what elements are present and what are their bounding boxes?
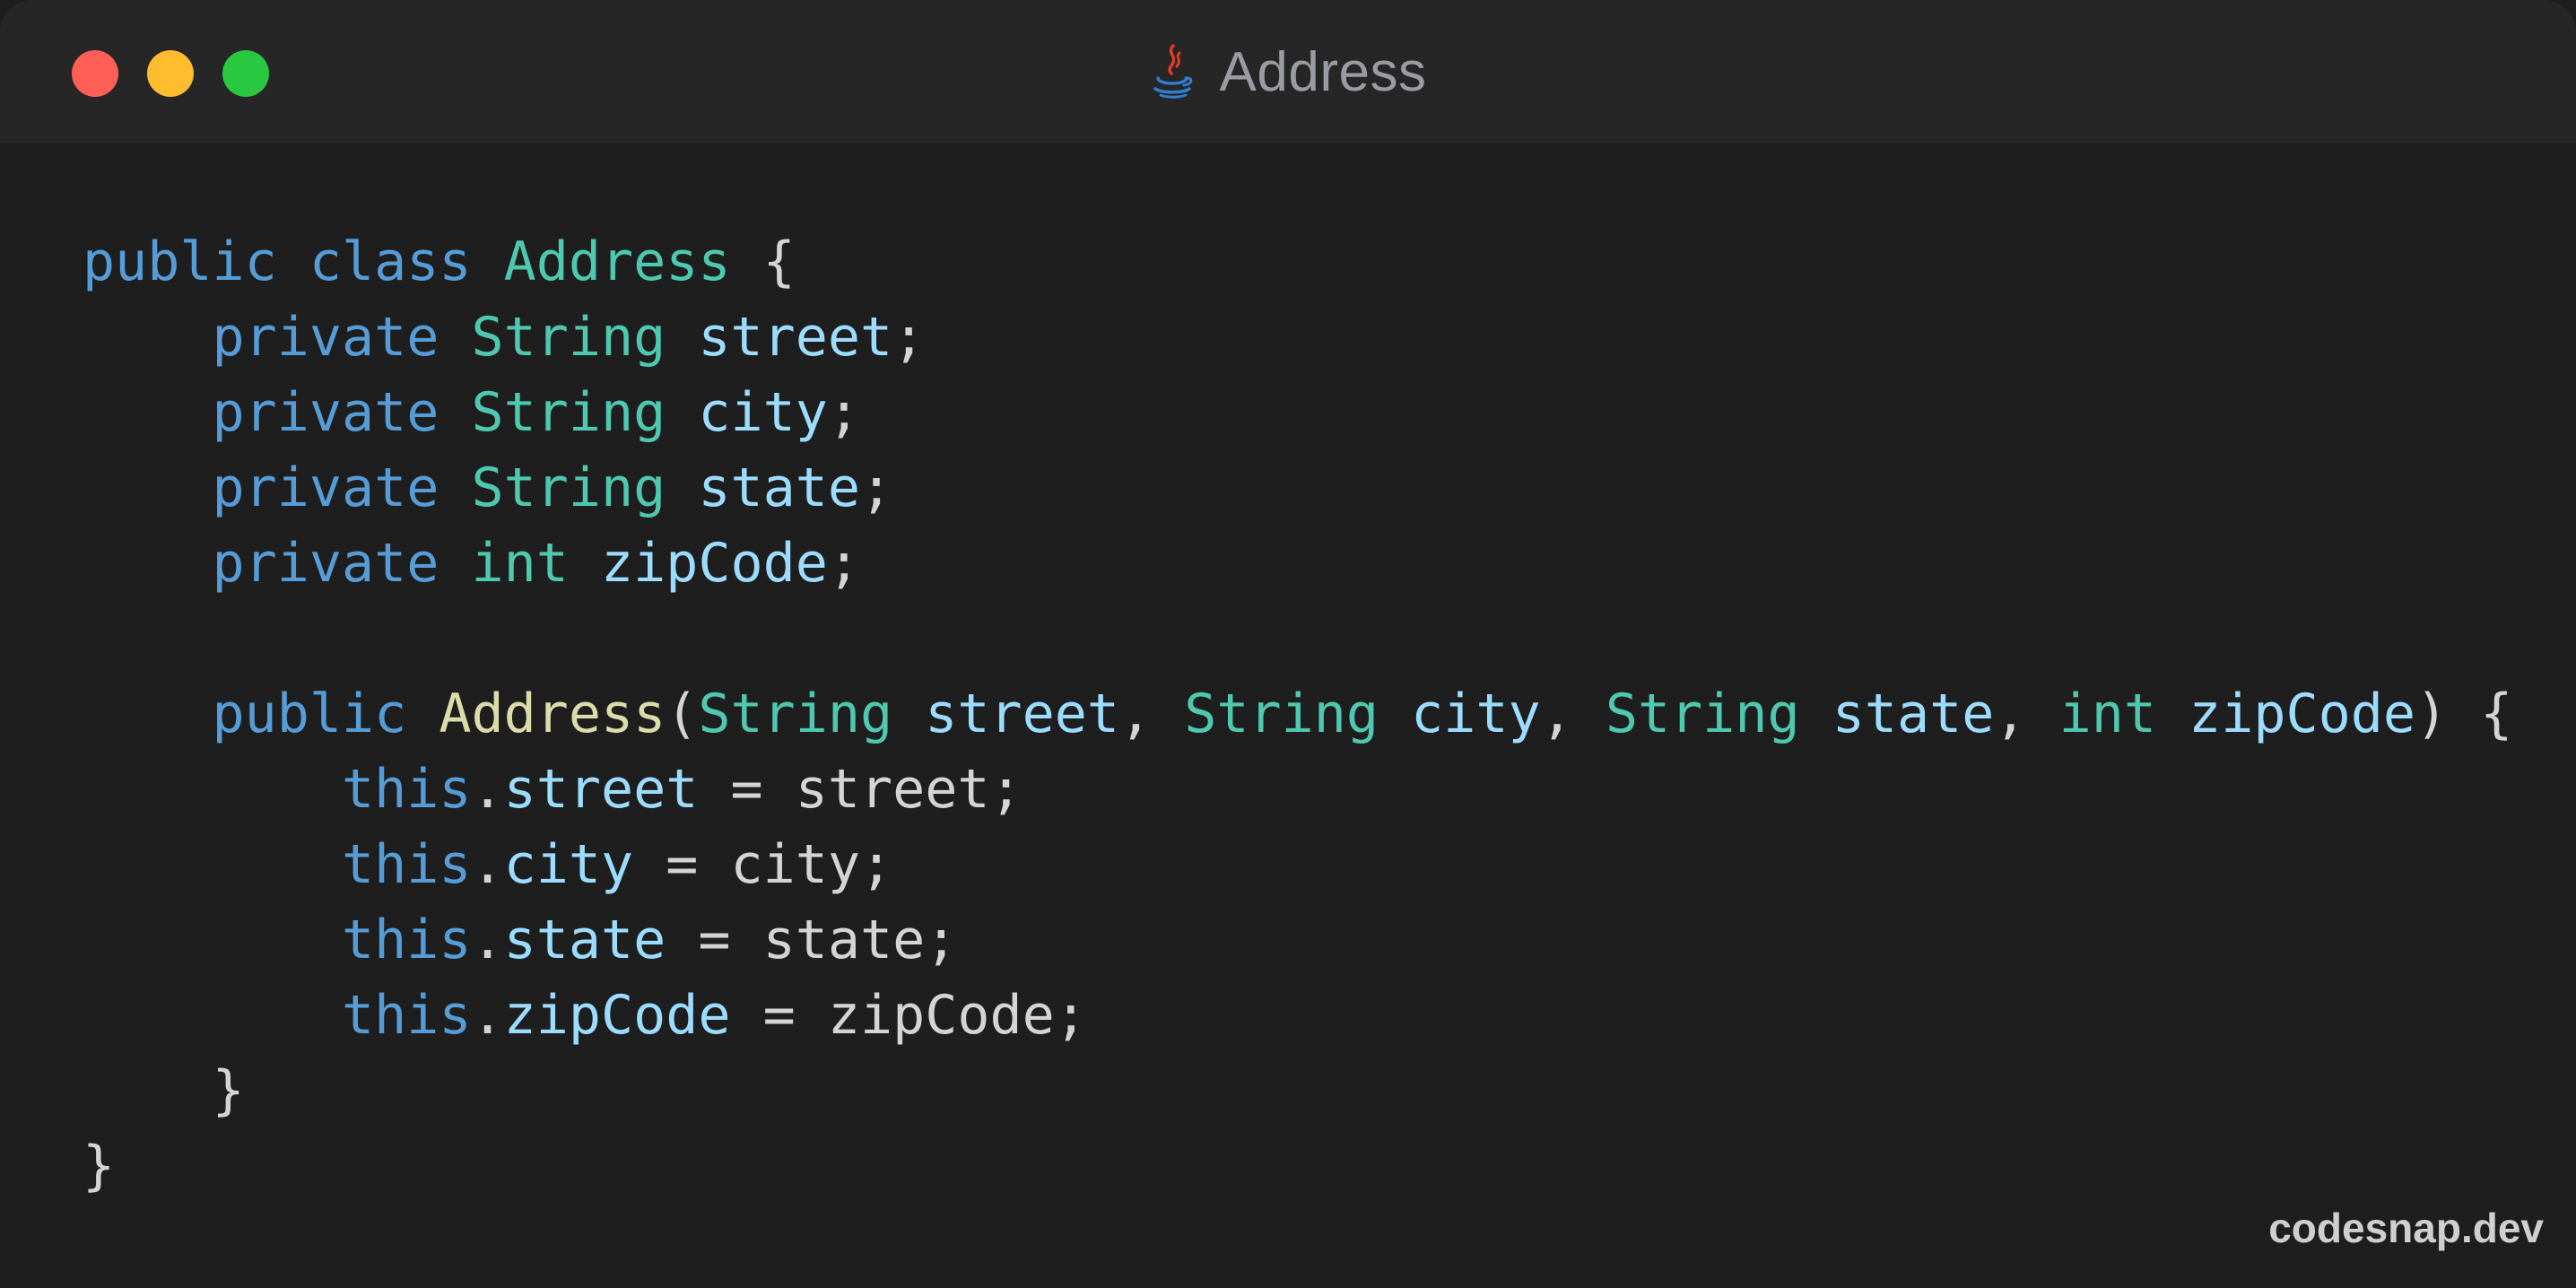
keyword: private: [212, 306, 439, 369]
type-name: String: [471, 381, 666, 444]
param-name: state: [1832, 683, 1995, 745]
keyword: public: [212, 683, 407, 745]
code-line-13: }: [83, 1128, 2512, 1204]
code-line-10: this.state = state;: [83, 902, 2512, 978]
type-name: String: [471, 306, 666, 369]
brace: }: [212, 1059, 245, 1122]
code-window: Address public class Address { private S…: [0, 0, 2576, 1288]
field-ref: zipCode: [503, 984, 731, 1047]
code-line-5: private int zipCode;: [83, 526, 2512, 601]
code-block: public class Address { private String st…: [83, 224, 2512, 1204]
dot: .: [471, 833, 504, 896]
assigned-value: street: [795, 758, 990, 821]
code-line-7: public Address(String street, String cit…: [83, 676, 2513, 752]
semicolon: ;: [860, 457, 893, 519]
assigned-value: state: [762, 909, 926, 971]
semicolon: ;: [892, 306, 926, 369]
code-line-1: public class Address {: [83, 224, 2512, 300]
param-type: String: [1184, 683, 1379, 745]
field-name: zipCode: [601, 532, 828, 595]
keyword: public: [83, 231, 277, 293]
brace: {: [762, 231, 796, 293]
comma: ,: [1994, 683, 2027, 745]
field-ref: street: [503, 758, 699, 821]
paren: ): [2415, 683, 2449, 745]
assigned-value: city: [730, 833, 860, 896]
type-name: int: [471, 532, 569, 595]
comma: ,: [1119, 683, 1153, 745]
keyword: private: [212, 457, 439, 519]
keyword: private: [212, 381, 439, 444]
watermark: codesnap.dev: [2268, 1205, 2544, 1251]
this-keyword: this: [341, 758, 472, 821]
assign-operator: =: [762, 984, 796, 1047]
type-name: String: [471, 457, 666, 519]
semicolon: ;: [859, 833, 893, 896]
code-line-4: private String state;: [83, 450, 2512, 526]
field-ref: city: [503, 833, 634, 896]
code-line-11: this.zipCode = zipCode;: [83, 978, 2512, 1053]
paren: (: [666, 683, 699, 745]
code-line-3: private String city;: [83, 375, 2512, 450]
param-name: city: [1411, 683, 1541, 745]
keyword: class: [309, 231, 472, 293]
dot: .: [471, 758, 504, 821]
assign-operator: =: [730, 758, 763, 821]
keyword: private: [212, 532, 439, 595]
field-name: city: [698, 381, 828, 444]
this-keyword: this: [341, 909, 472, 971]
assign-operator: =: [698, 909, 731, 971]
this-keyword: this: [341, 833, 472, 896]
param-type: String: [1605, 683, 1800, 745]
param-type: int: [2058, 683, 2156, 745]
comma: ,: [1540, 683, 1573, 745]
semicolon: ;: [827, 532, 860, 595]
window-title: Address: [0, 0, 2576, 144]
semicolon: ;: [1054, 984, 1087, 1047]
assign-operator: =: [666, 833, 699, 896]
semicolon: ;: [925, 909, 958, 971]
window-title-text: Address: [1219, 40, 1427, 103]
code-line-2: private String street;: [83, 300, 2512, 375]
this-keyword: this: [341, 984, 472, 1047]
constructor-name: Address: [439, 683, 666, 745]
dot: .: [471, 984, 504, 1047]
field-ref: state: [503, 909, 666, 971]
brace: }: [83, 1135, 116, 1197]
java-cup-icon: [1153, 44, 1192, 99]
semicolon: ;: [827, 381, 860, 444]
code-line-12: }: [83, 1053, 2512, 1128]
brace: {: [2480, 683, 2513, 745]
field-name: state: [698, 457, 860, 519]
class-name: Address: [503, 231, 731, 293]
assigned-value: zipCode: [827, 984, 1055, 1047]
title-bar: Address: [0, 0, 2576, 144]
field-name: street: [698, 306, 893, 369]
param-type: String: [698, 683, 893, 745]
param-name: street: [925, 683, 1119, 745]
param-name: zipCode: [2189, 683, 2415, 745]
dot: .: [471, 909, 504, 971]
code-line-9: this.city = city;: [83, 827, 2512, 902]
semicolon: ;: [989, 758, 1023, 821]
code-line-8: this.street = street;: [83, 752, 2512, 827]
